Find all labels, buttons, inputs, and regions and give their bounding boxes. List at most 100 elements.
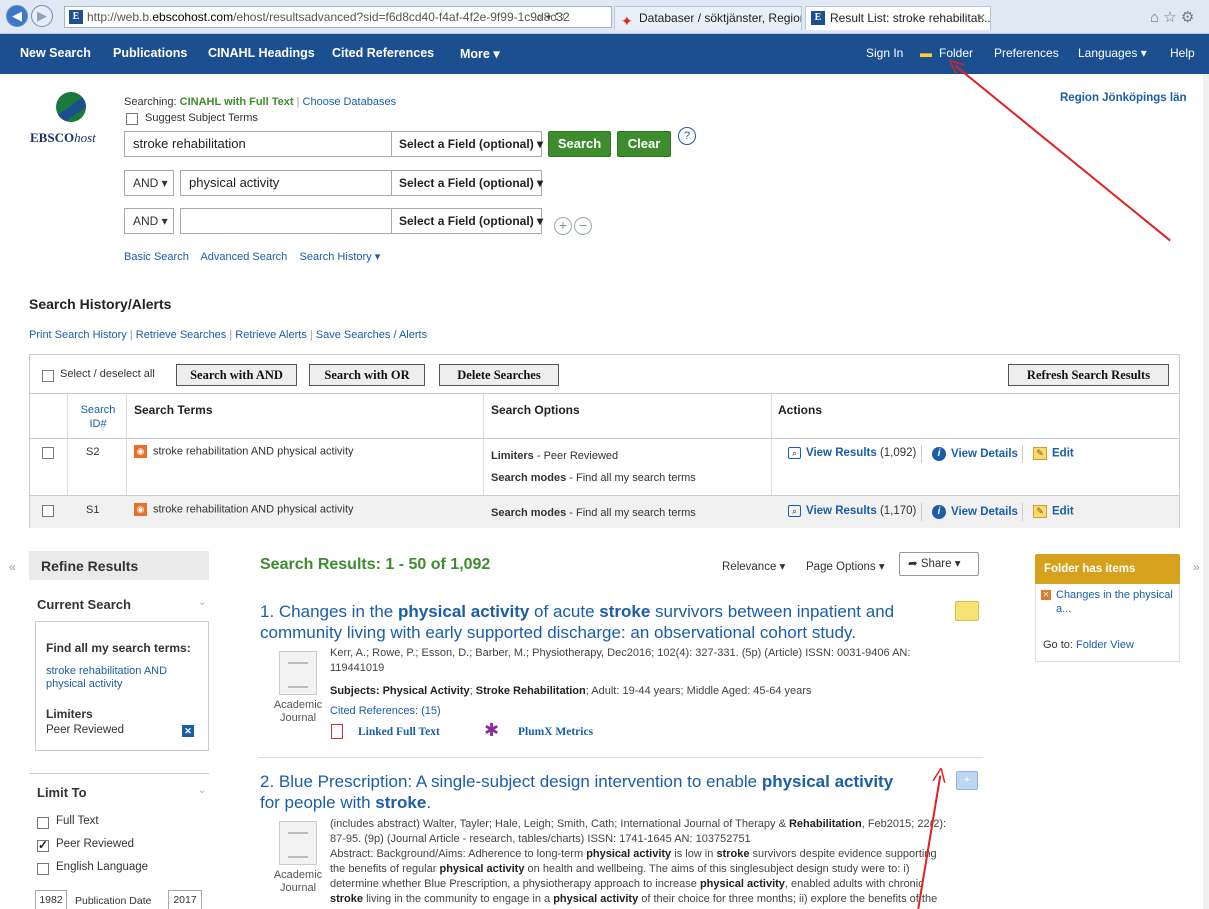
basic-search-link[interactable]: Basic Search bbox=[124, 251, 189, 263]
share-icon: ➦ bbox=[908, 558, 918, 570]
search-mode-links: Basic Search Advanced Search Search Hist… bbox=[124, 250, 380, 263]
remove-item-icon[interactable]: ✕ bbox=[1041, 590, 1051, 600]
search-input-3[interactable] bbox=[180, 208, 392, 234]
field-select-2[interactable]: Select a Field (optional) ▾ bbox=[391, 170, 543, 196]
advanced-search-link[interactable]: Advanced Search bbox=[200, 251, 287, 263]
home-star-gear-icon[interactable]: ⌂ ☆ ⚙ bbox=[1150, 8, 1194, 26]
close-tab-icon[interactable]: ✕ bbox=[976, 7, 986, 29]
search-history-link[interactable]: Search History ▾ bbox=[300, 251, 381, 263]
field-select-1[interactable]: Select a Field (optional) ▾ bbox=[391, 131, 543, 157]
forward-icon[interactable]: ▶ bbox=[31, 5, 53, 27]
refresh-results-button[interactable]: Refresh Search Results bbox=[1008, 364, 1169, 386]
search-dropdown-icon[interactable]: ⌕ ▾ ↻ bbox=[536, 10, 565, 25]
help-icon[interactable]: ? bbox=[678, 127, 696, 145]
add-to-folder-icon[interactable]: + bbox=[956, 771, 978, 790]
select-all-checkbox[interactable] bbox=[42, 370, 54, 382]
current-search-heading[interactable]: Current Search bbox=[37, 597, 131, 612]
linked-full-text-link[interactable]: Linked Full Text bbox=[358, 726, 440, 738]
search-history-table: Select / deselect all Search with AND Se… bbox=[29, 354, 1180, 528]
browser-toolbar: ◀ ▶ E http://web.b.ebscohost.com/ehost/r… bbox=[0, 0, 1209, 34]
database-name: CINAHL with Full Text bbox=[179, 96, 294, 108]
nav-cited-references[interactable]: Cited References bbox=[332, 46, 434, 60]
edit-link[interactable]: ✎ Edit bbox=[1033, 447, 1074, 460]
search-terms: ◉ stroke rehabilitation AND physical acti… bbox=[134, 503, 354, 516]
collapse-left-icon[interactable]: « bbox=[9, 560, 16, 574]
bool-select-3[interactable]: AND ▾ bbox=[124, 208, 174, 234]
nav-publications[interactable]: Publications bbox=[113, 46, 187, 60]
search-terms: ◉ stroke rehabilitation AND physical acti… bbox=[134, 445, 354, 458]
date-to-input[interactable]: 2017 bbox=[168, 890, 202, 909]
date-from-input[interactable]: 1982 bbox=[35, 890, 67, 909]
peer-reviewed-limiter: Peer Reviewed bbox=[46, 724, 124, 736]
folder-icon[interactable]: ▬ bbox=[920, 46, 932, 60]
search-with-and-button[interactable]: Search with AND bbox=[176, 364, 297, 386]
url-domain: ebscohost.com bbox=[152, 10, 234, 24]
col-search-terms: Search Terms bbox=[134, 403, 213, 417]
share-button[interactable]: ➦ Share ▾ bbox=[899, 552, 979, 576]
cited-references-link[interactable]: Cited References: (15) bbox=[330, 705, 441, 717]
back-icon[interactable]: ◀ bbox=[6, 5, 28, 27]
view-details-link[interactable]: i View Details bbox=[932, 447, 1018, 461]
search-input-1[interactable]: stroke rehabilitation bbox=[124, 131, 392, 157]
folder-item-link[interactable]: Changes in the physical a... bbox=[1056, 588, 1176, 616]
page-options-dropdown[interactable]: Page Options ▾ bbox=[806, 559, 885, 573]
folder-view-link[interactable]: Folder View bbox=[1076, 639, 1134, 651]
search-id: S2 bbox=[86, 446, 100, 458]
suggest-subject-label: Suggest Subject Terms bbox=[145, 112, 258, 124]
current-query-link[interactable]: stroke rehabilitation AND physical activ… bbox=[46, 665, 196, 691]
address-bar[interactable]: E http://web.b.ebscohost.com/ehost/resul… bbox=[64, 6, 612, 28]
rss-icon[interactable]: ◉ bbox=[134, 445, 147, 458]
view-results-link[interactable]: ⌕ View Results (1,170) bbox=[788, 505, 916, 517]
search-with-or-button[interactable]: Search with OR bbox=[309, 364, 425, 386]
view-results-link[interactable]: ⌕ View Results (1,092) bbox=[788, 447, 916, 459]
folder-panel-header: Folder has items bbox=[1035, 554, 1180, 584]
delete-searches-button[interactable]: Delete Searches bbox=[439, 364, 559, 386]
view-details-link[interactable]: i View Details bbox=[932, 505, 1018, 519]
search-history-heading: Search History/Alerts bbox=[29, 296, 172, 312]
retrieve-searches-link[interactable]: Retrieve Searches bbox=[136, 329, 227, 341]
full-text-checkbox[interactable] bbox=[37, 817, 49, 829]
add-to-folder-icon[interactable] bbox=[955, 601, 979, 621]
peer-reviewed-checkbox[interactable] bbox=[37, 838, 49, 852]
search-button[interactable]: Search bbox=[548, 131, 611, 157]
nav-languages[interactable]: Languages ▾ bbox=[1078, 46, 1147, 60]
remove-limiter-icon[interactable]: ✕ bbox=[182, 725, 194, 737]
save-searches-link[interactable]: Save Searches / Alerts bbox=[316, 329, 427, 341]
result-1-title[interactable]: 1. Changes in the physical activity of a… bbox=[260, 601, 940, 643]
limit-to-heading[interactable]: Limit To bbox=[37, 785, 87, 800]
nav-new-search[interactable]: New Search bbox=[20, 46, 91, 60]
retrieve-alerts-link[interactable]: Retrieve Alerts bbox=[235, 329, 307, 341]
english-language-checkbox[interactable] bbox=[37, 863, 49, 875]
relevance-dropdown[interactable]: Relevance ▾ bbox=[722, 559, 785, 573]
plumx-metrics-link[interactable]: PlumX Metrics bbox=[518, 726, 593, 738]
institution-name: Region Jönköpings län bbox=[1060, 92, 1187, 104]
clear-button[interactable]: Clear bbox=[617, 131, 671, 157]
remove-row-icon[interactable]: − bbox=[574, 217, 592, 235]
chevron-down-icon[interactable]: ⌄ bbox=[198, 597, 206, 608]
nav-more[interactable]: More ▾ bbox=[460, 46, 500, 61]
row-checkbox[interactable] bbox=[42, 447, 54, 459]
rss-icon[interactable]: ◉ bbox=[134, 503, 147, 516]
bool-select-2[interactable]: AND ▾ bbox=[124, 170, 174, 196]
browser-tab-databaser[interactable]: ✦ Databaser / söktjänster, Region... bbox=[614, 6, 802, 30]
print-history-link[interactable]: Print Search History bbox=[29, 329, 127, 341]
chevron-down-icon[interactable]: ⌄ bbox=[198, 785, 206, 796]
search-input-2[interactable]: physical activity bbox=[180, 170, 392, 196]
result-2-abstract: (includes abstract) Walter, Tayler; Hale… bbox=[330, 818, 947, 905]
row-checkbox[interactable] bbox=[42, 505, 54, 517]
field-select-3[interactable]: Select a Field (optional) ▾ bbox=[391, 208, 543, 234]
collapse-right-icon[interactable]: » bbox=[1193, 560, 1200, 574]
browser-tab-result-list[interactable]: E Result List: stroke rehabilitat... ✕ bbox=[805, 6, 991, 30]
nav-preferences[interactable]: Preferences bbox=[994, 46, 1059, 60]
add-row-icon[interactable]: + bbox=[554, 217, 572, 235]
nav-sign-in[interactable]: Sign In bbox=[866, 46, 903, 60]
scrollbar[interactable] bbox=[1203, 74, 1209, 909]
suggest-subject-checkbox[interactable] bbox=[126, 113, 138, 125]
select-all-label: Select / deselect all bbox=[60, 368, 155, 380]
edit-link[interactable]: ✎ Edit bbox=[1033, 505, 1074, 518]
nav-help[interactable]: Help bbox=[1170, 46, 1195, 60]
choose-databases-link[interactable]: Choose Databases bbox=[303, 96, 397, 108]
nav-cinahl-headings[interactable]: CINAHL Headings bbox=[208, 46, 315, 60]
ebsco-favicon-icon: E bbox=[69, 10, 83, 24]
result-2-title[interactable]: 2. Blue Prescription: A single-subject d… bbox=[260, 771, 940, 813]
